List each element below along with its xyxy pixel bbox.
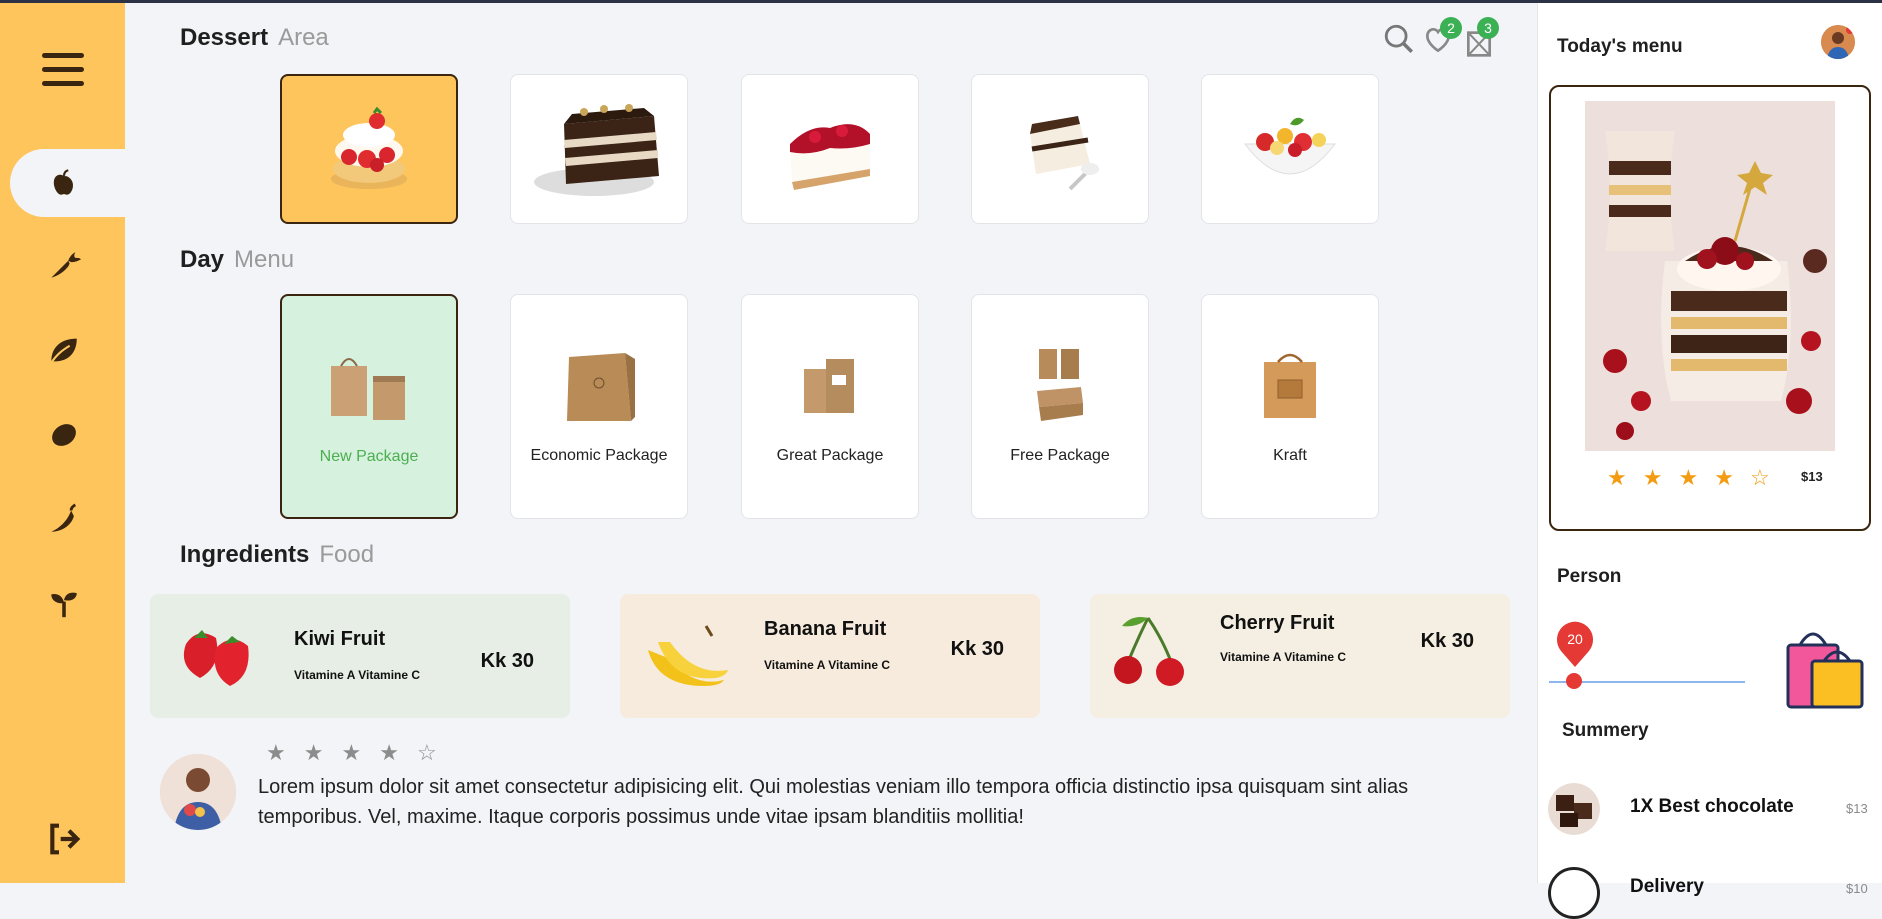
summary-item-image (1548, 783, 1600, 835)
ingredient-price: Kk 30 (480, 650, 534, 672)
ingredient-name: Cherry Fruit (1220, 612, 1335, 634)
package-card[interactable]: Free Package (971, 294, 1149, 519)
sidebar-item-carrot[interactable] (42, 243, 86, 287)
search-icon[interactable] (1382, 22, 1416, 61)
dessert-card[interactable] (1201, 74, 1379, 224)
cart-badge: 3 (1477, 17, 1499, 39)
star-icon: ★ (266, 740, 286, 765)
chocolate-dessert-image (1030, 116, 1099, 191)
package-label: Free Package (1010, 447, 1110, 464)
todays-menu-title: Today's menu (1557, 36, 1683, 57)
ingredient-name: Kiwi Fruit (294, 628, 386, 650)
package-card[interactable]: Great Package (741, 294, 919, 519)
right-panel: Today's menu ★ ★ ★ ★ ☆ $13 Person 20 Sum… (1537, 3, 1882, 919)
logout-icon[interactable] (44, 819, 84, 859)
star-icon: ★ (303, 740, 324, 765)
todays-menu-image (1585, 101, 1835, 451)
shopping-bag-icon (1782, 623, 1868, 718)
leaf-icon (50, 338, 77, 364)
free-package-image (1037, 349, 1083, 421)
great-package-image (804, 359, 854, 413)
summary-item-name: 1X Best chocolate (1630, 796, 1794, 817)
sidebar-item-sprout[interactable] (42, 581, 86, 625)
package-card[interactable]: New Package (280, 294, 458, 519)
ingredients-section-title: Ingredients Food (180, 541, 375, 568)
summary-item-price: $10 (1846, 881, 1868, 896)
package-label: Great Package (776, 447, 884, 464)
package-card[interactable]: Kraft (1201, 294, 1379, 519)
summary-item-price: $13 (1846, 801, 1868, 816)
delivery-icon (1548, 867, 1600, 919)
apple-icon (53, 169, 73, 195)
package-label: Economic Package (530, 447, 668, 464)
ingredient-price: Kk 30 (950, 638, 1004, 660)
menu-rating: ★ ★ ★ ★ ☆ (1607, 465, 1770, 491)
ingredient-card[interactable]: Cherry Fruit Vitamine A Vitamine C Kk 30 (1090, 594, 1510, 718)
carrot-icon (51, 252, 81, 278)
package-label: Kraft (1273, 447, 1307, 464)
person-slider-thumb[interactable] (1566, 673, 1582, 689)
new-package-image (331, 358, 405, 420)
menu-price: $13 (1801, 469, 1823, 484)
strawberry-shortcake-image (331, 106, 407, 189)
fruit-salad-image (1243, 117, 1337, 175)
sidebar-item-apple[interactable] (42, 161, 86, 205)
star-icon: ★ (1678, 465, 1699, 490)
star-icon: ★ (1642, 465, 1663, 490)
ingredient-card[interactable]: Banana Fruit Vitamine A Vitamine C Kk 30 (620, 594, 1040, 718)
sidebar-item-leaf[interactable] (42, 328, 86, 372)
kraft-package-image (1264, 353, 1316, 418)
notification-dot (1846, 26, 1854, 34)
chili-icon (51, 503, 76, 532)
reviewer-avatar (160, 754, 236, 830)
summary-item-name: Delivery (1630, 876, 1704, 897)
person-title: Person (1557, 566, 1622, 587)
cherry-image (1114, 617, 1184, 686)
ingredient-vitamins: Vitamine A Vitamine C (294, 668, 421, 682)
review-text: Lorem ipsum dolor sit amet consectetur a… (258, 776, 1409, 828)
ingredient-card[interactable]: Kiwi Fruit Vitamine A Vitamine C Kk 30 (150, 594, 570, 718)
star-icon: ★ (1607, 465, 1627, 490)
user-avatar[interactable] (1821, 25, 1855, 59)
sprout-icon (51, 592, 77, 618)
ingredient-name: Banana Fruit (764, 618, 887, 640)
wishlist-badge: 2 (1440, 17, 1462, 39)
person-count: 20 (1567, 631, 1583, 647)
package-card[interactable]: Economic Package (510, 294, 688, 519)
star-icon: ★ (1714, 465, 1734, 490)
dessert-card[interactable] (280, 74, 458, 224)
economic-package-image (567, 353, 635, 421)
cherry-cheesecake-image (790, 124, 870, 190)
menu-icon[interactable] (42, 53, 84, 93)
ingredient-price: Kk 30 (1420, 630, 1474, 652)
star-outline-icon: ☆ (1749, 465, 1770, 490)
day-section-title: Day Menu (180, 246, 295, 273)
banana-image (648, 625, 728, 686)
sidebar (0, 3, 150, 883)
dessert-section-title: Dessert Area (180, 24, 329, 51)
sidebar-item-lemon[interactable] (42, 413, 86, 457)
lemon-icon (52, 424, 76, 446)
sidebar-item-chili[interactable] (42, 497, 86, 541)
review-rating: ★ ★ ★ ★ ☆ (266, 740, 437, 766)
ingredient-vitamins: Vitamine A Vitamine C (764, 658, 891, 672)
summary-title: Summery (1562, 720, 1649, 741)
star-outline-icon: ☆ (416, 740, 437, 765)
chocolate-layer-cake-image (534, 104, 659, 196)
ingredient-vitamins: Vitamine A Vitamine C (1220, 650, 1347, 664)
star-icon: ★ (341, 740, 362, 765)
dessert-card[interactable] (510, 74, 688, 224)
strawberry-image (183, 630, 249, 686)
dessert-card[interactable] (971, 74, 1149, 224)
package-label: New Package (319, 448, 419, 465)
todays-menu-card[interactable]: ★ ★ ★ ★ ☆ $13 (1549, 85, 1871, 531)
dessert-card[interactable] (741, 74, 919, 224)
star-icon: ★ (379, 740, 399, 765)
